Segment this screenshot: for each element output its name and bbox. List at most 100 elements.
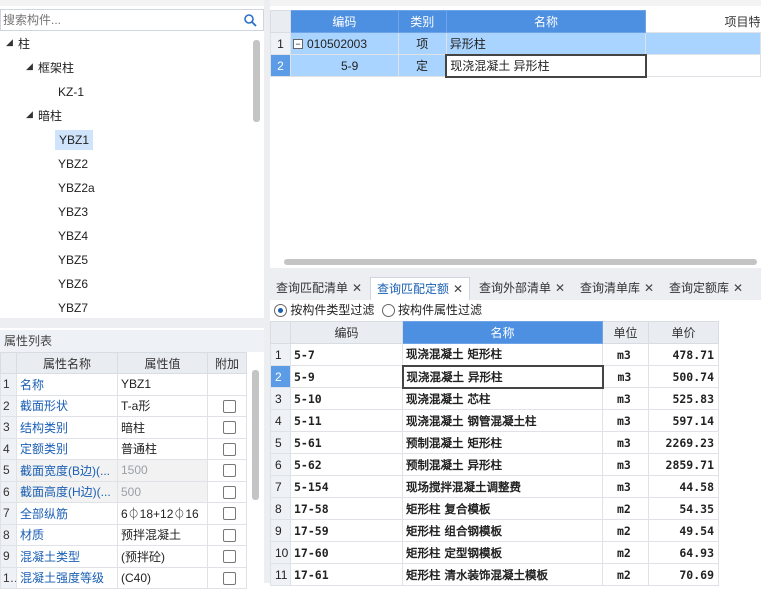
filter-attr-radio[interactable] <box>381 304 395 318</box>
table-row[interactable]: 1 5-7 现浇混凝土 矩形柱 m3 478.71 <box>270 343 719 366</box>
unit-cell[interactable]: m3 <box>602 453 649 476</box>
property-name[interactable]: 名称 <box>16 373 118 396</box>
property-row[interactable]: 9 混凝土类型 (预拌砼) <box>0 545 247 568</box>
unit-cell[interactable]: m3 <box>602 409 649 432</box>
property-name[interactable]: 定额类别 <box>16 437 118 460</box>
unit-cell[interactable]: m3 <box>602 431 649 454</box>
property-row[interactable]: 3 结构类别 暗柱 <box>0 416 247 439</box>
property-name[interactable]: 结构类别 <box>16 416 118 439</box>
name-cell[interactable]: 异形柱 <box>445 32 647 55</box>
property-extra[interactable] <box>207 373 247 396</box>
collapse-arrow-icon[interactable]: ◢ <box>26 109 33 120</box>
price-cell[interactable]: 500.74 <box>648 365 719 388</box>
close-icon[interactable]: ✕ <box>352 281 362 295</box>
column-header[interactable]: 单位 <box>602 321 649 344</box>
property-name[interactable]: 全部纵筋 <box>16 502 118 525</box>
collapse-arrow-icon[interactable]: ◢ <box>26 61 33 72</box>
property-extra[interactable] <box>207 480 247 503</box>
price-cell[interactable]: 49.54 <box>648 519 719 542</box>
column-header[interactable]: 类别 <box>397 10 447 33</box>
tree-leaf[interactable]: YBZ7 <box>58 298 88 314</box>
extra-checkbox[interactable] <box>223 421 236 435</box>
filter-type-radio[interactable] <box>274 304 287 318</box>
property-name[interactable]: 混凝土强度等级 <box>16 566 118 589</box>
unit-cell[interactable]: m2 <box>602 497 649 520</box>
property-row[interactable]: 7 全部纵筋 6⏀18+12⏀16 <box>0 502 247 525</box>
extra-checkbox[interactable] <box>223 485 236 499</box>
property-value[interactable]: 500 <box>117 480 208 503</box>
table-row[interactable]: 6 5-62 预制混凝土 异形柱 m3 2859.71 <box>270 453 719 476</box>
name-cell[interactable]: 预制混凝土 异形柱 <box>402 453 603 476</box>
price-cell[interactable]: 478.71 <box>648 343 719 366</box>
extra-checkbox[interactable] <box>223 550 236 564</box>
name-cell[interactable]: 现浇混凝土 异形柱 <box>445 53 647 78</box>
code-cell[interactable]: 5-154 <box>290 475 403 498</box>
table-row[interactable]: 10 17-60 矩形柱 定型钢模板 m2 64.93 <box>270 541 719 564</box>
code-cell[interactable]: 5-61 <box>290 431 403 454</box>
property-extra[interactable] <box>207 502 247 525</box>
table-row[interactable]: 3 5-10 现浇混凝土 芯柱 m3 525.83 <box>270 387 719 410</box>
tab-quota-library[interactable]: 查询定额库 ✕ <box>663 277 749 300</box>
close-icon[interactable]: ✕ <box>453 282 463 296</box>
panel-splitter[interactable] <box>270 268 761 276</box>
property-value[interactable]: 暗柱 <box>117 416 208 439</box>
tree-node-group[interactable]: 框架柱 <box>38 58 74 78</box>
panel-splitter[interactable] <box>0 318 264 328</box>
code-cell[interactable]: 5-9 <box>289 54 399 77</box>
close-icon[interactable]: ✕ <box>733 281 743 295</box>
tree-leaf[interactable]: YBZ4 <box>58 226 88 246</box>
property-value[interactable]: 预拌混凝土 <box>117 523 208 546</box>
unit-cell[interactable]: m3 <box>602 343 649 366</box>
properties-scrollbar[interactable] <box>252 370 259 500</box>
extra-checkbox[interactable] <box>223 399 236 413</box>
search-input[interactable] <box>1 10 231 30</box>
tree-node-group[interactable]: 暗柱 <box>38 106 62 126</box>
code-cell[interactable]: 5-10 <box>290 387 403 410</box>
collapse-icon[interactable]: − <box>292 39 303 50</box>
table-row[interactable]: 9 17-59 矩形柱 组合钢模板 m2 49.54 <box>270 519 719 542</box>
column-header[interactable]: 编码 <box>290 321 403 344</box>
table-row[interactable]: 7 5-154 现场搅拌混凝土调整费 m3 44.58 <box>270 475 719 498</box>
column-header[interactable]: 名称 <box>402 321 603 344</box>
column-header[interactable]: 单价 <box>648 321 719 344</box>
name-cell[interactable]: 预制混凝土 矩形柱 <box>402 431 603 454</box>
property-value[interactable]: T-a形 <box>117 394 208 417</box>
table-row[interactable]: 2 5-9 现浇混凝土 异形柱 m3 500.74 <box>270 364 719 389</box>
extra-checkbox[interactable] <box>223 442 236 456</box>
column-header[interactable]: 属性值 <box>117 352 208 374</box>
code-cell[interactable]: 5-7 <box>290 343 403 366</box>
property-row[interactable]: 2 截面形状 T-a形 <box>0 394 247 417</box>
price-cell[interactable]: 597.14 <box>648 409 719 432</box>
feature-cell[interactable] <box>645 54 761 77</box>
property-row[interactable]: 8 材质 预拌混凝土 <box>0 523 247 546</box>
collapse-arrow-icon[interactable]: ◢ <box>6 37 13 48</box>
property-row[interactable]: 10 混凝土强度等级 (C40) <box>0 566 247 589</box>
property-name[interactable]: 截面形状 <box>16 394 118 417</box>
tree-leaf[interactable]: KZ-1 <box>58 82 84 102</box>
property-name[interactable]: 混凝土类型 <box>16 545 118 568</box>
property-extra[interactable] <box>207 566 247 589</box>
property-extra[interactable] <box>207 545 247 568</box>
tree-leaf[interactable]: YBZ3 <box>58 202 88 222</box>
price-cell[interactable]: 54.35 <box>648 497 719 520</box>
column-header[interactable]: 附加 <box>207 352 247 374</box>
property-value[interactable]: YBZ1 <box>117 373 208 396</box>
type-cell[interactable]: 项 <box>397 32 447 55</box>
tab-external-bill[interactable]: 查询外部清单 ✕ <box>473 277 571 300</box>
price-cell[interactable]: 70.69 <box>648 563 719 586</box>
table-row[interactable]: 4 5-11 现浇混凝土 钢管混凝土柱 m3 597.14 <box>270 409 719 432</box>
property-name[interactable]: 截面宽度(B边)(... <box>16 459 118 482</box>
price-cell[interactable]: 2859.71 <box>648 453 719 476</box>
feature-cell[interactable] <box>645 32 761 55</box>
unit-cell[interactable]: m2 <box>602 519 649 542</box>
table-row[interactable]: 8 17-58 矩形柱 复合模板 m2 54.35 <box>270 497 719 520</box>
name-cell[interactable]: 矩形柱 清水装饰混凝土模板 <box>402 563 603 586</box>
code-cell[interactable]: −010502003 <box>289 32 399 55</box>
property-value[interactable]: (预拌砼) <box>117 545 208 568</box>
tab-match-quota[interactable]: 查询匹配定额 ✕ <box>370 277 471 300</box>
unit-cell[interactable]: m3 <box>602 387 649 410</box>
column-header[interactable]: 名称 <box>445 10 647 33</box>
unit-cell[interactable]: m2 <box>602 563 649 586</box>
property-extra[interactable] <box>207 437 247 460</box>
property-row[interactable]: 6 截面高度(H边)(... 500 <box>0 480 247 503</box>
